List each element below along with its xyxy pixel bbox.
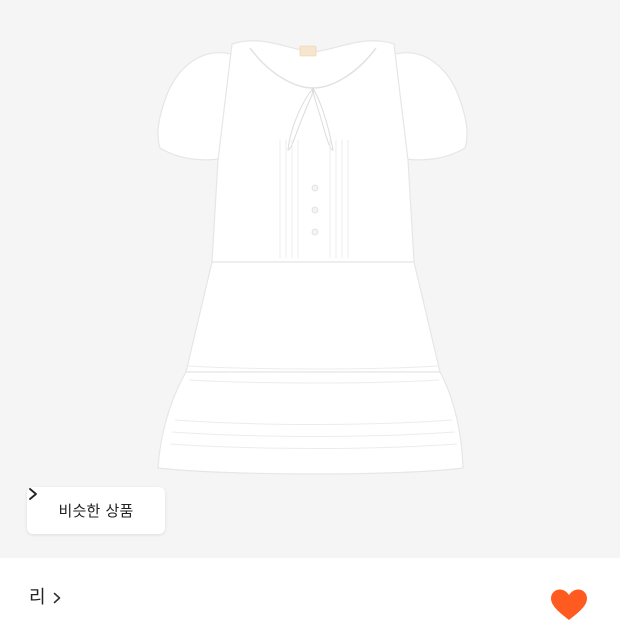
chevron-right-icon bbox=[29, 488, 37, 500]
dress-illustration bbox=[157, 40, 468, 475]
product-image[interactable]: 비슷한 상품 bbox=[0, 0, 620, 558]
product-info-bar bbox=[0, 558, 620, 620]
heart-icon[interactable] bbox=[549, 588, 589, 620]
brand-name: 리 bbox=[29, 587, 46, 608]
similar-products-label: 비슷한 상품 bbox=[58, 502, 134, 520]
product-detail-page: 비슷한 상품 리 bbox=[0, 0, 620, 620]
brand-link[interactable]: 리 bbox=[29, 589, 62, 607]
chevron-right-icon bbox=[53, 592, 60, 604]
similar-products-button[interactable]: 비슷한 상품 bbox=[27, 487, 165, 534]
